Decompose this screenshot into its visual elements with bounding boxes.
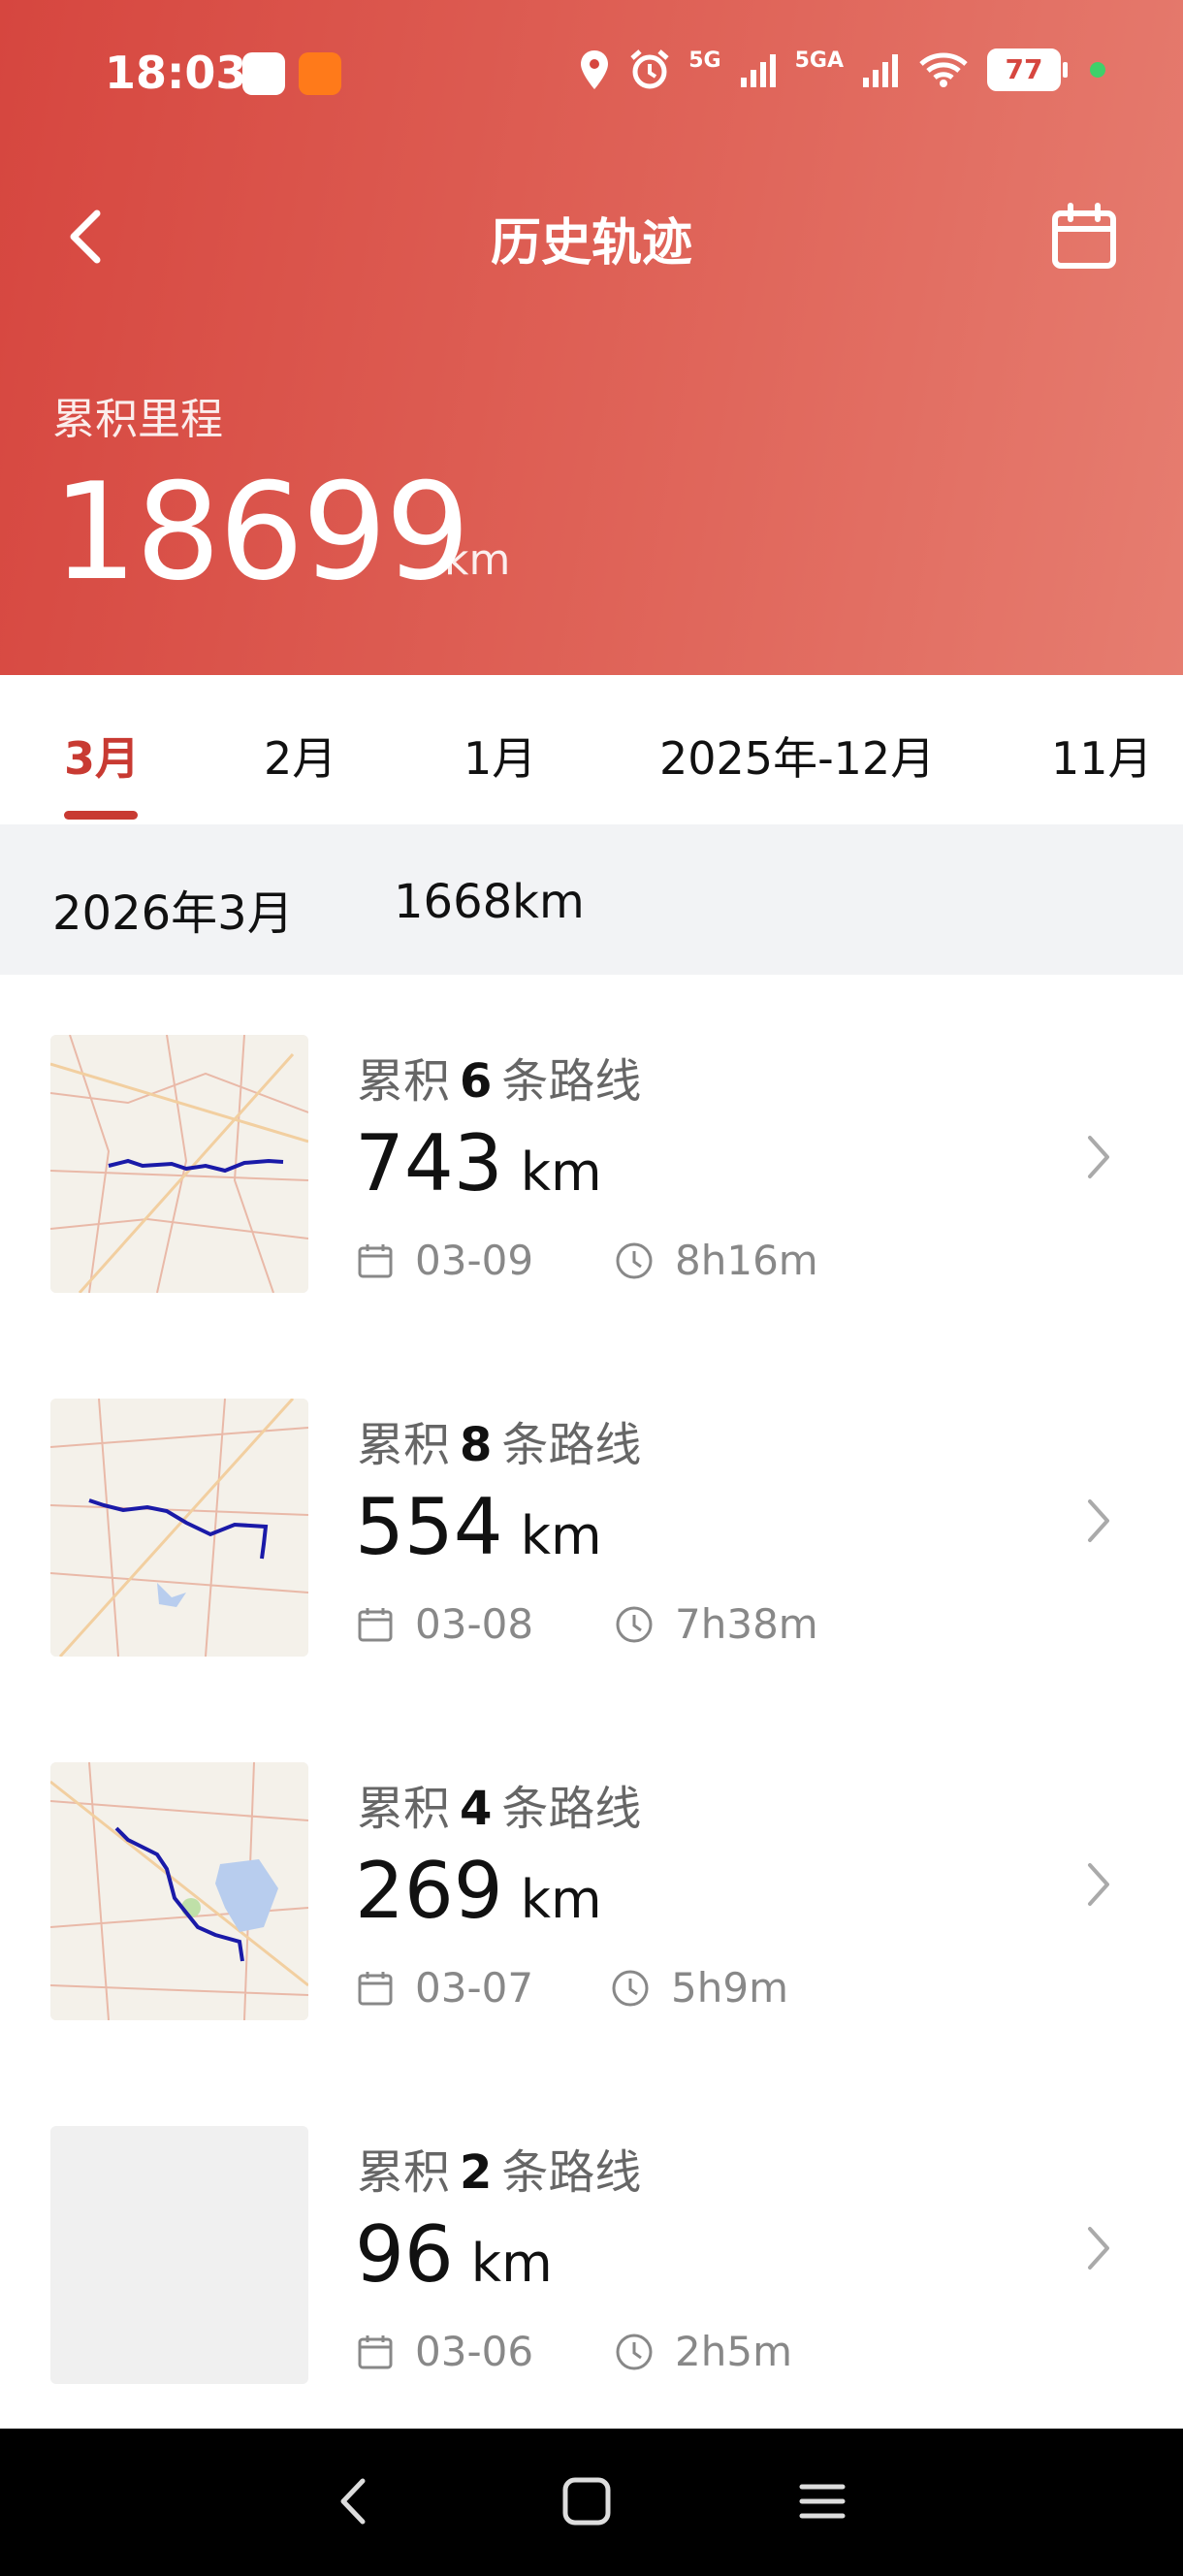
calendar-icon — [358, 1243, 393, 1277]
route-count: 累积 4 条路线 — [357, 1782, 642, 1836]
trip-duration: 7h38m — [615, 1600, 818, 1648]
trip-card[interactable]: 累积 8 条路线 554 km 03-08 7h38m — [0, 1338, 1183, 1704]
header: 18:03 5G 5GA 77 历史轨迹 累积里程 18699 km — [0, 0, 1183, 675]
calendar-button[interactable] — [1049, 202, 1119, 272]
route-count: 累积 2 条路线 — [357, 2145, 642, 2200]
route-distance: 554 km — [355, 1482, 602, 1572]
trip-date: 03-07 — [357, 1964, 533, 2012]
clock-icon — [612, 1970, 649, 2006]
trip-duration: 2h5m — [615, 2328, 792, 2375]
clock-icon — [616, 1606, 653, 1642]
nav-bar: 历史轨迹 — [0, 175, 1183, 291]
clock-icon — [616, 2334, 653, 2369]
trip-duration: 8h16m — [615, 1237, 818, 1284]
back-nav-icon[interactable] — [320, 2467, 388, 2535]
route-count: 累积 6 条路线 — [357, 1054, 642, 1109]
month-tabs: 3月 2月 1月 2025年-12月 11月 — [0, 675, 1183, 824]
tab-november[interactable]: 11月 — [1051, 724, 1153, 788]
route-map-thumbnail[interactable] — [50, 1399, 308, 1657]
trip-date: 03-09 — [357, 1237, 533, 1284]
location-icon — [581, 50, 609, 89]
chevron-right-icon[interactable] — [1080, 1494, 1119, 1548]
total-mileage-unit: km — [444, 535, 511, 585]
tab-indicator — [64, 811, 138, 820]
menu-nav-icon[interactable] — [788, 2467, 856, 2535]
privacy-dot — [1090, 62, 1105, 78]
network-5g-label: 5G — [688, 48, 721, 73]
app-badge-icon — [242, 52, 285, 95]
status-icons: 5G 5GA 77 — [578, 48, 1105, 91]
calendar-icon — [358, 1971, 393, 2005]
trip-card[interactable]: 累积 4 条路线 269 km 03-07 5h9m — [0, 1702, 1183, 2068]
network-5ga-label: 5GA — [794, 48, 844, 73]
route-count: 累积 8 条路线 — [357, 1418, 642, 1472]
status-time: 18:03 — [105, 47, 247, 99]
shop-app-icon — [299, 52, 341, 95]
trip-duration: 5h9m — [611, 1964, 788, 2012]
chevron-right-icon[interactable] — [1080, 1857, 1119, 1912]
chevron-right-icon[interactable] — [1080, 2221, 1119, 2275]
route-distance: 743 km — [355, 1118, 602, 1208]
signal-icon-2 — [863, 54, 898, 87]
tab-february[interactable]: 2月 — [264, 724, 336, 788]
home-nav-icon[interactable] — [553, 2467, 621, 2535]
system-navigation-bar — [0, 2429, 1183, 2576]
page-title: 历史轨迹 — [490, 214, 692, 273]
summary-month: 2026年3月 — [52, 886, 294, 941]
status-bar: 18:03 5G 5GA 77 — [0, 0, 1183, 155]
calendar-icon — [358, 2334, 393, 2368]
tab-march[interactable]: 3月 — [64, 724, 140, 788]
tab-2025-december[interactable]: 2025年-12月 — [659, 724, 935, 788]
route-distance: 269 km — [355, 1846, 602, 1936]
calendar-icon — [358, 1607, 393, 1641]
trip-date: 03-06 — [357, 2328, 533, 2375]
route-map-thumbnail[interactable] — [50, 1762, 308, 2020]
wifi-icon — [919, 52, 968, 87]
clock-icon — [616, 1242, 653, 1278]
battery-indicator: 77 — [987, 48, 1068, 91]
summary-distance: 1668km — [394, 875, 585, 929]
chevron-right-icon[interactable] — [1080, 1130, 1119, 1184]
signal-icon — [740, 54, 776, 87]
total-mileage-label: 累积里程 — [52, 395, 223, 444]
route-map-placeholder[interactable] — [50, 2126, 308, 2384]
month-summary: 2026年3月 1668km — [0, 824, 1183, 975]
route-map-thumbnail[interactable] — [50, 1035, 308, 1293]
alarm-icon — [630, 49, 669, 89]
trip-card[interactable]: 累积 2 条路线 96 km 03-06 2h5m — [0, 2066, 1183, 2430]
trip-card[interactable]: 累积 6 条路线 743 km 03-09 8h16m — [0, 975, 1183, 1340]
route-distance: 96 km — [355, 2209, 553, 2300]
tab-january[interactable]: 1月 — [464, 724, 536, 788]
total-mileage-value: 18699 — [52, 454, 470, 610]
trip-date: 03-08 — [357, 1600, 533, 1648]
